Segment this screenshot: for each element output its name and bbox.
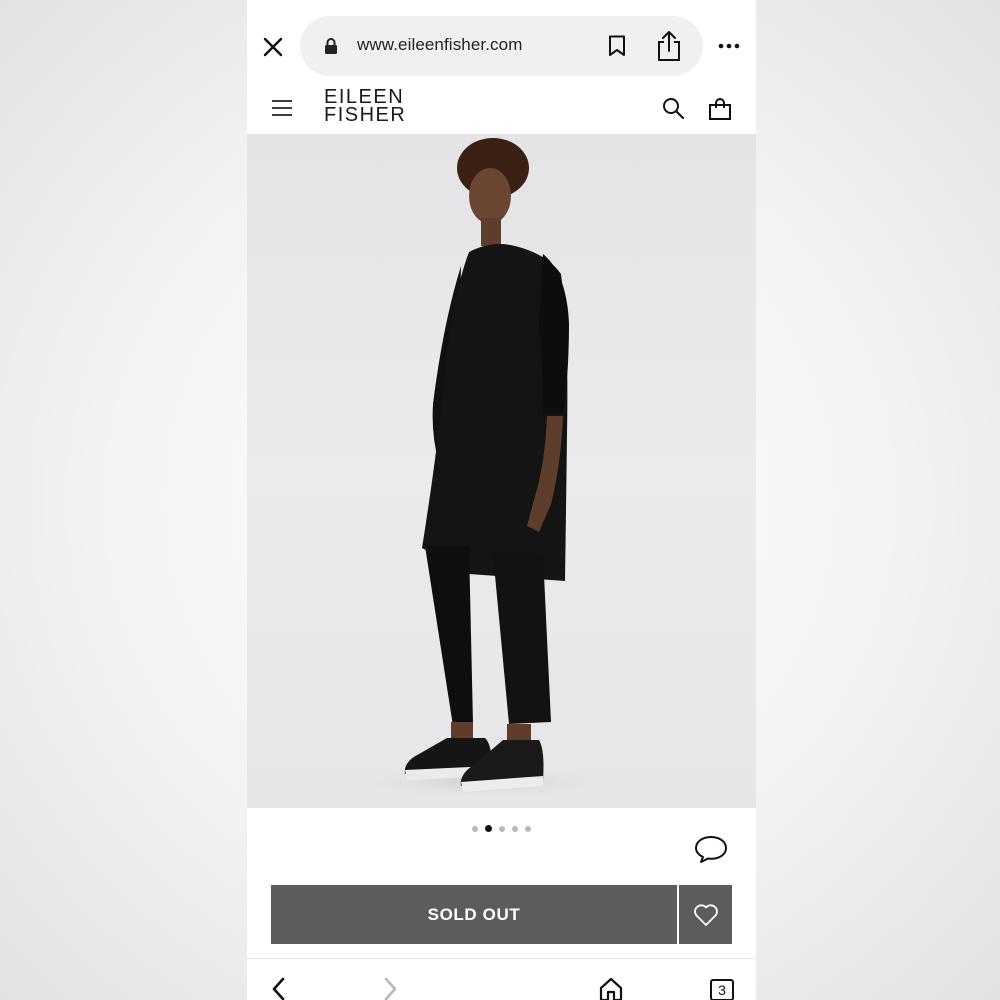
search-icon[interactable] bbox=[661, 96, 685, 120]
chevron-left-icon[interactable] bbox=[269, 977, 289, 1000]
carousel-dot[interactable] bbox=[485, 825, 492, 833]
carousel-dot[interactable] bbox=[499, 825, 505, 832]
carousel-dot[interactable] bbox=[512, 825, 518, 832]
site-header: EILEEN FISHER bbox=[247, 84, 756, 134]
close-icon[interactable] bbox=[261, 35, 285, 59]
bookmark-icon[interactable] bbox=[607, 35, 627, 57]
home-icon[interactable] bbox=[598, 977, 624, 1000]
carousel-dots bbox=[247, 820, 756, 833]
address-bar[interactable]: www.eileenfisher.com bbox=[300, 16, 703, 76]
url-text: www.eileenfisher.com bbox=[357, 35, 523, 54]
tabs-count-button[interactable]: 3 bbox=[710, 979, 734, 1000]
browser-toolbar: 3 bbox=[247, 958, 756, 1000]
model-illustration bbox=[342, 138, 622, 800]
logo-line-2: FISHER bbox=[324, 104, 407, 126]
carousel-dot[interactable] bbox=[525, 825, 531, 832]
more-icon[interactable] bbox=[717, 36, 741, 56]
share-icon[interactable] bbox=[656, 30, 682, 62]
chat-bubble-icon[interactable] bbox=[694, 834, 728, 864]
phone-screen: www.eileenfisher.com EILEEN FISHER SOLD … bbox=[247, 0, 756, 1000]
lock-icon bbox=[325, 38, 337, 54]
browser-bar: www.eileenfisher.com bbox=[247, 0, 756, 84]
heart-icon bbox=[694, 904, 718, 926]
site-logo[interactable]: EILEEN FISHER bbox=[324, 87, 407, 126]
hamburger-icon[interactable] bbox=[271, 98, 293, 118]
sold-out-button[interactable]: SOLD OUT bbox=[271, 885, 677, 944]
shopping-bag-icon[interactable] bbox=[708, 97, 732, 121]
chevron-right-icon[interactable] bbox=[380, 977, 400, 1000]
carousel-dot[interactable] bbox=[472, 825, 478, 832]
wishlist-button[interactable] bbox=[679, 885, 732, 944]
product-image[interactable] bbox=[247, 134, 756, 808]
